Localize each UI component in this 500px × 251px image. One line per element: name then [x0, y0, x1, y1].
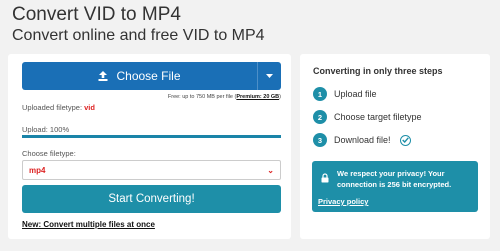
upload-progress-fill: [22, 135, 281, 138]
limit-text: Free: up to 750 MB per file (: [167, 94, 237, 100]
upload-status: Upload: 100%: [22, 125, 70, 134]
limit-close: ): [279, 94, 281, 100]
steps-panel: Converting in only three steps 1 Upload …: [300, 54, 490, 239]
privacy-text: We respect your privacy! Your connection…: [337, 169, 452, 189]
convert-multiple-link[interactable]: New: Convert multiple files at once: [22, 220, 155, 229]
converter-panel: Choose File Free: up to 750 MB per file …: [8, 54, 291, 239]
start-converting-button[interactable]: Start Converting!: [22, 185, 281, 213]
step-item: 1 Upload file: [313, 87, 377, 101]
file-size-limit: Free: up to 750 MB per file (Premium: 20…: [168, 94, 281, 100]
check-circle-icon: [399, 134, 411, 146]
step-number: 1: [313, 87, 327, 101]
step-label: Upload file: [334, 89, 377, 99]
steps-title: Converting in only three steps: [313, 66, 443, 76]
step-number: 2: [313, 110, 327, 124]
target-filetype-select[interactable]: mp4 ⌄: [22, 160, 281, 180]
choose-file-main[interactable]: Choose File: [22, 62, 257, 90]
upload-icon: [98, 71, 108, 81]
premium-link[interactable]: Premium: 20 GB: [236, 94, 279, 100]
privacy-notice: We respect your privacy! Your connection…: [312, 161, 478, 212]
upload-progress-bar: [22, 135, 281, 138]
uploaded-filetype-label: Uploaded filetype:: [22, 103, 85, 112]
step-item: 2 Choose target filetype: [313, 110, 422, 124]
choose-file-label: Choose File: [116, 69, 181, 83]
step-number: 3: [313, 133, 327, 147]
page-subtitle: Convert online and free VID to MP4: [12, 27, 265, 44]
step-label: Download file!: [334, 135, 391, 145]
choose-file-button[interactable]: Choose File: [22, 62, 281, 90]
upload-source-dropdown[interactable]: [257, 62, 281, 90]
uploaded-filetype-value: vid: [84, 103, 95, 112]
privacy-policy-link[interactable]: Privacy policy: [318, 197, 368, 206]
page-title: Convert VID to MP4: [12, 4, 181, 25]
step-label: Choose target filetype: [334, 112, 422, 122]
step-item: 3 Download file!: [313, 133, 411, 147]
caret-down-icon: [266, 74, 273, 78]
choose-filetype-label: Choose filetype:: [22, 149, 76, 158]
lock-icon: [321, 173, 329, 183]
selected-filetype: mp4: [29, 165, 46, 175]
uploaded-filetype: Uploaded filetype: vid: [22, 103, 95, 112]
chevron-down-icon: ⌄: [267, 165, 274, 175]
